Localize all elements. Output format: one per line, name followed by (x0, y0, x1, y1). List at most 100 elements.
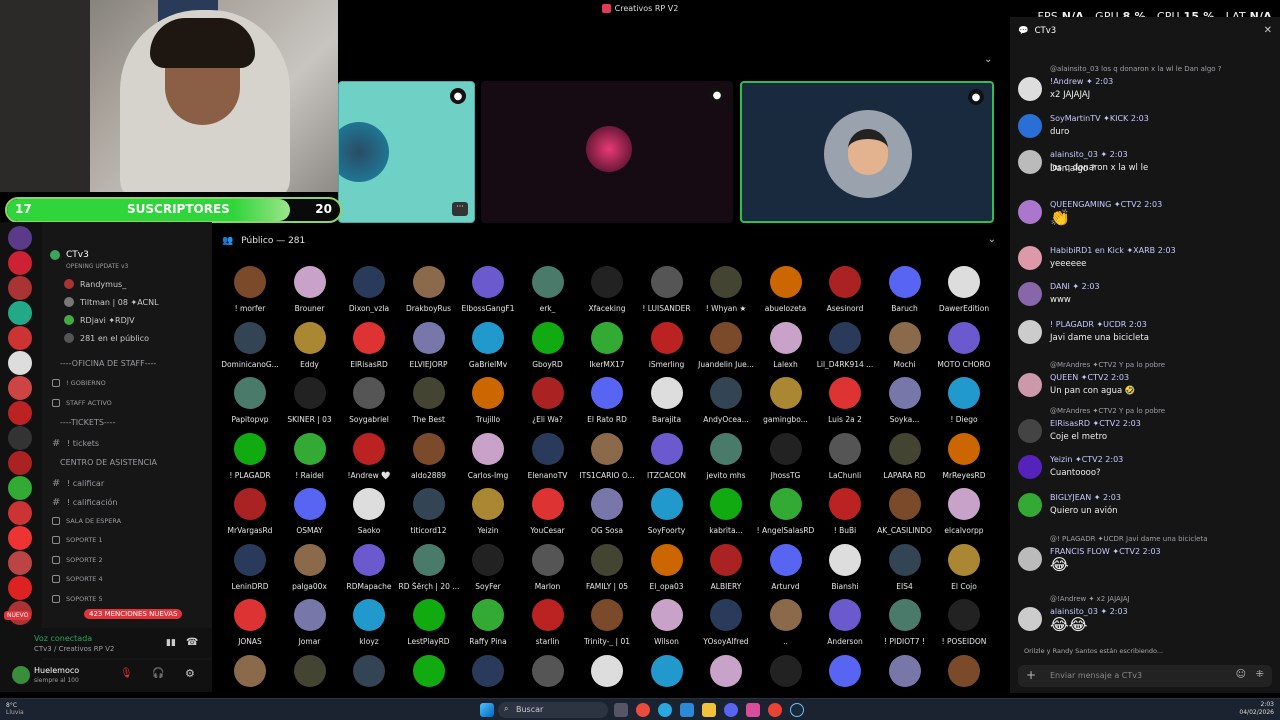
browser-icon[interactable] (636, 703, 650, 717)
audience-member[interactable]: Arturvd (756, 543, 816, 591)
audience-member[interactable]: Baruch (875, 266, 935, 313)
mentions-badge[interactable]: 423 MENCIONES NUEVAS (84, 609, 183, 619)
audience-member[interactable] (399, 654, 459, 687)
server-icon[interactable] (8, 326, 32, 350)
more-icon[interactable]: ··· (452, 202, 468, 216)
audience-member[interactable]: titicord12 (399, 488, 459, 535)
audience-member[interactable]: ElRisasRD (339, 321, 399, 369)
audience-member[interactable]: SoyFer (458, 543, 518, 591)
audience-member[interactable]: GboyRD (518, 321, 578, 369)
audience-member[interactable] (280, 654, 340, 687)
audience-member[interactable]: El_opa03 (637, 543, 697, 591)
channel-item[interactable]: SOPORTE 2 (52, 555, 103, 564)
channel-category[interactable]: ----OFICINA DE STAFF---- (60, 359, 156, 368)
audience-member[interactable]: LestPlayRD (399, 599, 459, 646)
edge-icon[interactable] (658, 703, 672, 717)
audience-member[interactable]: ALBIERY (696, 543, 756, 591)
audience-member[interactable]: MOTO CHORO (934, 321, 994, 369)
audience-member[interactable]: Jomar (280, 599, 340, 646)
search-box[interactable]: ⌕ Buscar (498, 702, 608, 718)
audience-member[interactable]: GaBrielMv (458, 321, 518, 369)
channel-item[interactable]: SOPORTE 1 (52, 536, 103, 544)
audience-member[interactable]: Anderson (815, 599, 875, 646)
server-icon[interactable] (8, 501, 32, 525)
audience-member[interactable]: Lil_D4RK914 ... (815, 321, 875, 369)
audience-member[interactable] (458, 654, 518, 687)
audience-member[interactable]: ELVIEJORP (399, 321, 459, 369)
audience-member[interactable]: Carlos-Img (458, 432, 518, 480)
audience-member[interactable]: starlin (518, 599, 578, 646)
audience-member[interactable] (637, 654, 697, 687)
audience-member[interactable]: Raffy Pina (458, 599, 518, 646)
audience-member[interactable]: erk_ (518, 266, 578, 313)
audience-member[interactable]: ! POSEIDON (934, 599, 994, 646)
audience-member[interactable] (815, 654, 875, 687)
audience-member[interactable]: ! AngelSalasRD (756, 488, 816, 535)
avatar[interactable] (12, 666, 30, 684)
chat-author[interactable]: QUEEN ✦CTV2 2:03 (1050, 373, 1129, 382)
reply-preview[interactable]: @MrAndres ✦CTV2 Y pa lo pobre (1050, 407, 1165, 415)
voice-member[interactable]: Tiltman | 08 ✦ACNL (64, 297, 159, 307)
audience-member[interactable]: JhossTG (756, 432, 816, 480)
chrome-icon[interactable] (768, 703, 782, 717)
reply-preview[interactable]: @! PLAGADR ✦UCDR Javi dame una bicicleta (1050, 535, 1207, 543)
audience-member[interactable]: .. (756, 599, 816, 646)
server-icon[interactable] (8, 251, 32, 275)
server-icon[interactable] (8, 451, 32, 475)
audience-member[interactable]: LeninDRD (220, 543, 280, 591)
audience-member[interactable] (518, 654, 578, 687)
audience-member[interactable]: IkerMX17 (577, 321, 637, 369)
chat-author[interactable]: ! PLAGADR ✦UCDR 2:03 (1050, 320, 1147, 329)
avatar[interactable] (1018, 419, 1042, 443)
audience-member[interactable]: YOsoyAlfred (696, 599, 756, 646)
server-icon[interactable] (8, 301, 32, 325)
audience-member[interactable]: ElbossGangF1 (458, 266, 518, 313)
photos-icon[interactable] (746, 703, 760, 717)
avatar[interactable] (1018, 547, 1042, 571)
disconnect-icon[interactable]: ☎ (186, 637, 198, 648)
audience-member[interactable]: AndyOcea... (696, 377, 756, 424)
audience-member[interactable]: ITS1CARIO O... (577, 432, 637, 480)
audience-member[interactable]: ElenanoTV (518, 432, 578, 480)
audience-member[interactable]: Luis 2a 2 (815, 377, 875, 424)
channel-item[interactable]: # ! calificación (52, 497, 117, 508)
discord-icon[interactable] (724, 703, 738, 717)
chat-author[interactable]: BIGLYJEAN ✦ 2:03 (1050, 493, 1121, 502)
start-icon[interactable] (480, 703, 494, 717)
audience-member[interactable]: ! PIDIOT7 ! (875, 599, 935, 646)
settings-icon[interactable]: ⚙ (185, 667, 195, 680)
audience-member[interactable]: OG Sosa (577, 488, 637, 535)
audience-member[interactable]: ! BuBi (815, 488, 875, 535)
audience-member[interactable] (696, 654, 756, 687)
channel-item[interactable]: SOPORTE 5 (52, 594, 103, 603)
reply-preview[interactable]: @MrAndres ✦CTV2 Y pa lo pobre (1050, 361, 1165, 369)
audience-member[interactable]: EIS4 (875, 543, 935, 591)
audience-member[interactable] (577, 654, 637, 687)
audience-member[interactable]: jevito mhs (696, 432, 756, 480)
audience-member[interactable]: ! PLAGADR (220, 432, 280, 480)
channel-item[interactable]: SALA DE ESPERA (52, 516, 121, 525)
chat-author[interactable]: alainsito_03 ✦ 2:03 (1050, 150, 1128, 159)
store-icon[interactable] (680, 703, 694, 717)
server-icon[interactable] (8, 226, 32, 250)
audience-member[interactable]: Bianshi (815, 543, 875, 591)
audience-member[interactable] (220, 654, 280, 687)
channel-item[interactable]: # ! calificar (52, 478, 104, 489)
clock[interactable]: 2:03 04/02/2026 (1239, 701, 1274, 717)
audience-member[interactable]: Trujillo (458, 377, 518, 424)
voice-member[interactable]: Randymus_ (64, 279, 126, 289)
audience-member[interactable]: DawerEdition (934, 266, 994, 313)
server-icon[interactable] (8, 276, 32, 300)
audience-member[interactable]: Lalexh (756, 321, 816, 369)
audience-member[interactable]: Barajita (637, 377, 697, 424)
server-icon[interactable] (8, 376, 32, 400)
add-icon[interactable]: + (1026, 668, 1036, 682)
channel-item[interactable]: # ! tickets (52, 438, 99, 449)
audience-member[interactable]: El Rato RD (577, 377, 637, 424)
server-icon[interactable] (8, 401, 32, 425)
server-icon[interactable] (8, 351, 32, 375)
audience-member[interactable]: LaChunli (815, 432, 875, 480)
video-icon[interactable]: ● (709, 87, 725, 103)
audience-member[interactable]: Dixon_vzla (339, 266, 399, 313)
audience-member[interactable]: ¿Eli Wa? (518, 377, 578, 424)
